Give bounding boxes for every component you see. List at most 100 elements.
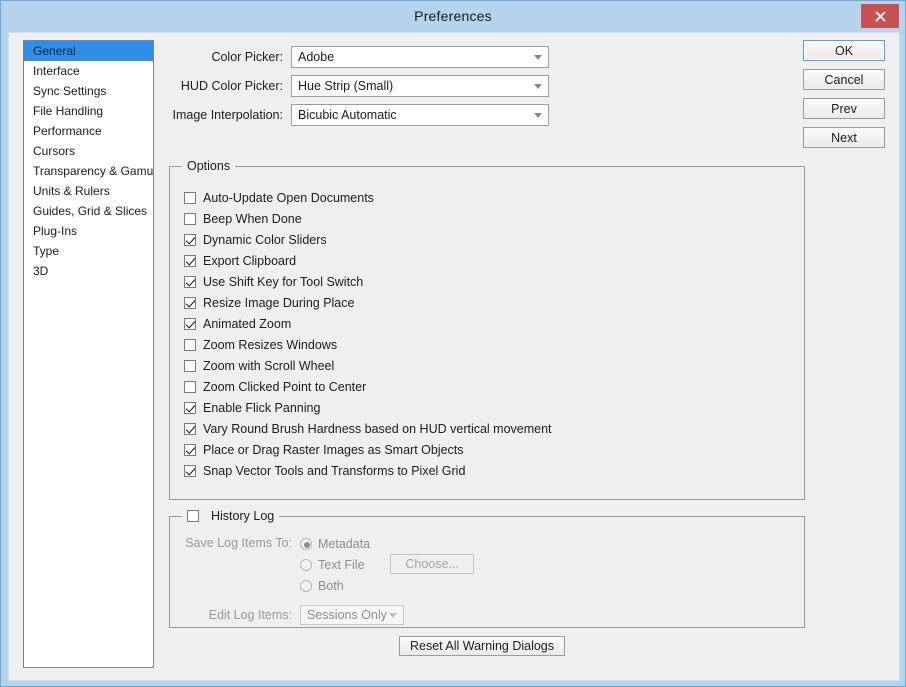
checkbox-icon[interactable] bbox=[184, 338, 196, 351]
checkbox-icon[interactable] bbox=[184, 443, 196, 456]
option-checkbox-row[interactable]: Dynamic Color Sliders bbox=[184, 229, 552, 250]
checkbox-icon[interactable] bbox=[184, 317, 196, 330]
window-title: Preferences bbox=[414, 8, 492, 24]
radio-icon[interactable] bbox=[300, 537, 312, 550]
radio-row-metadata[interactable]: Metadata bbox=[300, 533, 370, 554]
radio-label: Both bbox=[318, 578, 344, 593]
combo-value-2: Bicubic Automatic bbox=[298, 108, 397, 122]
option-checkbox-row[interactable]: Zoom Resizes Windows bbox=[184, 334, 552, 355]
sidebar-item-cursors[interactable]: Cursors bbox=[24, 141, 153, 161]
chevron-down-icon bbox=[534, 84, 542, 89]
option-label: Resize Image During Place bbox=[203, 295, 355, 310]
cancel-button[interactable]: Cancel bbox=[803, 69, 885, 90]
chevron-down-icon bbox=[534, 55, 542, 60]
checkbox-icon[interactable] bbox=[184, 296, 196, 309]
sidebar-item-interface[interactable]: Interface bbox=[24, 61, 153, 81]
option-checkbox-row[interactable]: Zoom Clicked Point to Center bbox=[184, 376, 552, 397]
option-label: Zoom with Scroll Wheel bbox=[203, 358, 335, 373]
close-icon[interactable] bbox=[861, 4, 899, 28]
option-checkbox-row[interactable]: Resize Image During Place bbox=[184, 292, 552, 313]
option-checkbox-row[interactable]: Zoom with Scroll Wheel bbox=[184, 355, 552, 376]
option-checkbox-row[interactable]: Auto-Update Open Documents bbox=[184, 187, 552, 208]
radio-row-text-file[interactable]: Text File bbox=[300, 554, 370, 575]
combo-value-1: Hue Strip (Small) bbox=[298, 79, 394, 93]
checkbox-icon[interactable] bbox=[184, 359, 196, 372]
option-checkbox-row[interactable]: Use Shift Key for Tool Switch bbox=[184, 271, 552, 292]
options-checkbox-list: Auto-Update Open Documents Beep When Done… bbox=[184, 187, 552, 481]
choose-button[interactable]: Choose... bbox=[390, 554, 475, 574]
option-label: Beep When Done bbox=[203, 211, 302, 226]
edit-log-items-label: Edit Log Items: bbox=[208, 608, 292, 622]
chevron-down-icon bbox=[389, 613, 397, 618]
option-label: Place or Drag Raster Images as Smart Obj… bbox=[203, 442, 464, 457]
checkbox-icon[interactable] bbox=[184, 464, 196, 477]
option-checkbox-row[interactable]: Beep When Done bbox=[184, 208, 552, 229]
checkbox-icon[interactable] bbox=[184, 275, 196, 288]
combo-label-1: HUD Color Picker: bbox=[180, 79, 283, 93]
option-label: Animated Zoom bbox=[203, 316, 292, 331]
combo-row-2: Image Interpolation: Bicubic Automatic bbox=[169, 104, 549, 126]
title-bar: Preferences bbox=[1, 1, 905, 32]
prev-button[interactable]: Prev bbox=[803, 98, 885, 119]
checkbox-icon[interactable] bbox=[184, 380, 196, 393]
history-log-label: History Log bbox=[211, 509, 275, 523]
dialog-action-buttons: OK Cancel Prev Next bbox=[803, 40, 885, 156]
combo-1[interactable]: Hue Strip (Small) bbox=[291, 75, 549, 97]
options-group: Options Auto-Update Open Documents Beep W… bbox=[169, 159, 805, 500]
radio-label: Metadata bbox=[318, 536, 371, 551]
chevron-down-icon bbox=[534, 113, 542, 118]
preferences-window: Preferences General Interface Sync Setting… bbox=[0, 0, 906, 687]
sidebar-item-sync-settings[interactable]: Sync Settings bbox=[24, 81, 153, 101]
combo-label-2: Image Interpolation: bbox=[172, 108, 284, 122]
sidebar-item-units-rulers[interactable]: Units & Rulers bbox=[24, 181, 153, 201]
option-label: Snap Vector Tools and Transforms to Pixe… bbox=[203, 463, 466, 478]
checkbox-icon[interactable] bbox=[184, 401, 196, 414]
option-checkbox-row[interactable]: Animated Zoom bbox=[184, 313, 552, 334]
history-log-legend[interactable]: History Log bbox=[182, 509, 280, 523]
sidebar-item-guides-grid-slices[interactable]: Guides, Grid & Slices bbox=[24, 201, 153, 221]
checkbox-icon[interactable] bbox=[184, 191, 196, 204]
combo-2[interactable]: Bicubic Automatic bbox=[291, 104, 549, 126]
option-label: Use Shift Key for Tool Switch bbox=[203, 274, 364, 289]
ok-button[interactable]: OK bbox=[803, 40, 885, 61]
sidebar-item-plug-ins[interactable]: Plug-Ins bbox=[24, 221, 153, 241]
combo-row-0: Color Picker: Adobe bbox=[169, 46, 549, 68]
option-label: Vary Round Brush Hardness based on HUD v… bbox=[203, 421, 552, 436]
options-group-legend: Options bbox=[182, 159, 236, 173]
radio-icon[interactable] bbox=[300, 579, 312, 592]
option-label: Export Clipboard bbox=[203, 253, 297, 268]
option-label: Auto-Update Open Documents bbox=[203, 190, 374, 205]
sidebar-item-3d[interactable]: 3D bbox=[24, 261, 153, 281]
option-checkbox-row[interactable]: Export Clipboard bbox=[184, 250, 552, 271]
save-log-items-label: Save Log Items To: bbox=[185, 536, 292, 550]
option-checkbox-row[interactable]: Snap Vector Tools and Transforms to Pixe… bbox=[184, 460, 552, 481]
sidebar-item-file-handling[interactable]: File Handling bbox=[24, 101, 153, 121]
combo-row-1: HUD Color Picker: Hue Strip (Small) bbox=[169, 75, 549, 97]
reset-all-warning-dialogs-button[interactable]: Reset All Warning Dialogs bbox=[399, 636, 565, 656]
radio-icon[interactable] bbox=[300, 558, 312, 571]
radio-label: Text File bbox=[318, 557, 365, 572]
next-button[interactable]: Next bbox=[803, 127, 885, 148]
checkbox-icon[interactable] bbox=[184, 254, 196, 267]
option-label: Zoom Clicked Point to Center bbox=[203, 379, 367, 394]
checkbox-icon[interactable] bbox=[184, 233, 196, 246]
option-label: Zoom Resizes Windows bbox=[203, 337, 338, 352]
history-log-group: History Log Save Log Items To: Metadata T… bbox=[169, 509, 805, 628]
option-checkbox-row[interactable]: Enable Flick Panning bbox=[184, 397, 552, 418]
sidebar-item-type[interactable]: Type bbox=[24, 241, 153, 261]
sidebar-item-transparency-gamut[interactable]: Transparency & Gamut bbox=[24, 161, 153, 181]
radio-row-both[interactable]: Both bbox=[300, 575, 370, 596]
edit-log-items-value: Sessions Only bbox=[307, 608, 387, 622]
option-checkbox-row[interactable]: Vary Round Brush Hardness based on HUD v… bbox=[184, 418, 552, 439]
dialog-body: General Interface Sync Settings File Handli… bbox=[8, 32, 900, 681]
checkbox-icon[interactable] bbox=[184, 422, 196, 435]
history-log-checkbox[interactable] bbox=[187, 510, 199, 522]
combo-label-0: Color Picker: bbox=[211, 50, 283, 64]
option-checkbox-row[interactable]: Place or Drag Raster Images as Smart Obj… bbox=[184, 439, 552, 460]
combo-0[interactable]: Adobe bbox=[291, 46, 549, 68]
sidebar-item-general[interactable]: General bbox=[24, 41, 153, 61]
checkbox-icon[interactable] bbox=[184, 212, 196, 225]
edit-log-items-dropdown[interactable]: Sessions Only bbox=[300, 605, 404, 625]
category-list[interactable]: General Interface Sync Settings File Handli… bbox=[23, 40, 154, 668]
sidebar-item-performance[interactable]: Performance bbox=[24, 121, 153, 141]
